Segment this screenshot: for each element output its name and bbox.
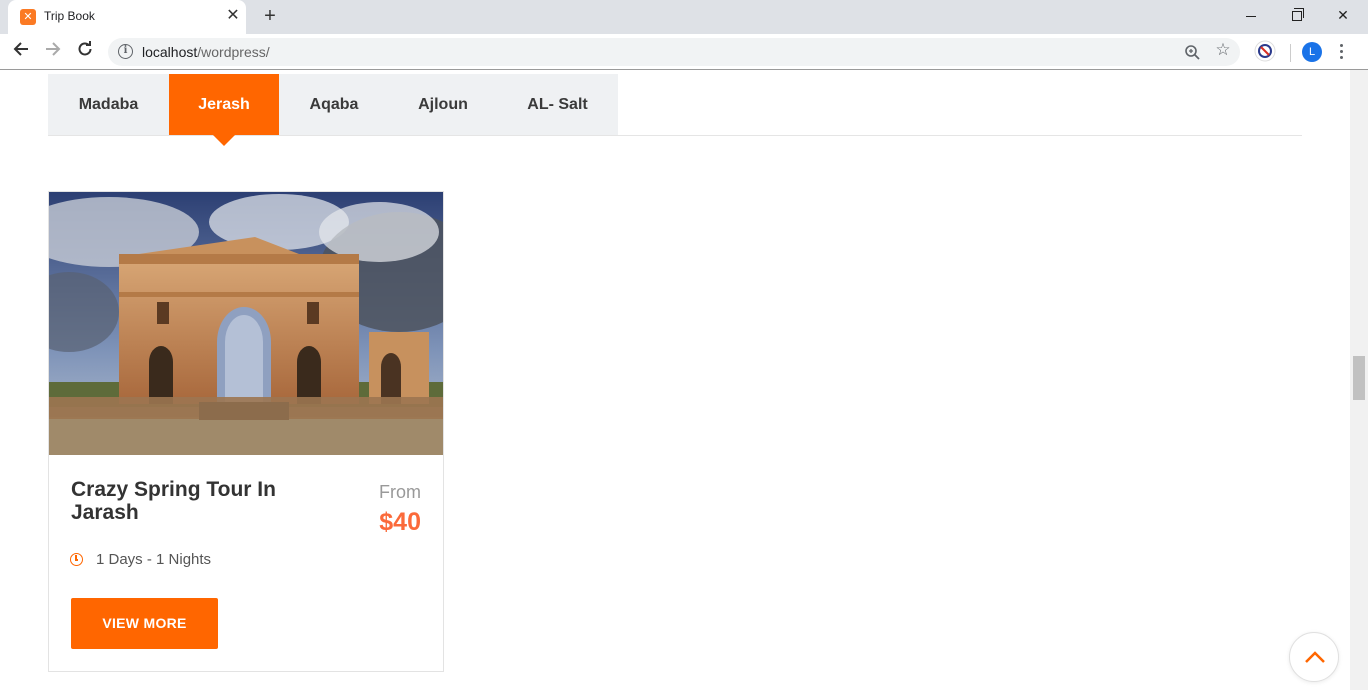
tabs-divider [48,135,1302,136]
clock-icon [70,553,83,566]
tour-title[interactable]: Crazy Spring Tour In Jarash [71,478,321,524]
view-more-button[interactable]: VIEW MORE [71,598,218,649]
profile-avatar[interactable]: L [1302,42,1322,62]
browser-menu-icon[interactable] [1336,42,1346,62]
restore-window-button[interactable] [1274,0,1320,30]
minimize-window-button[interactable] [1228,0,1274,30]
url-text: localhost/wordpress/ [142,44,270,60]
tour-image[interactable] [49,192,443,455]
browser-titlebar: ✕ Trip Book ✕ + ✕ [0,0,1368,34]
close-window-button[interactable]: ✕ [1320,0,1366,30]
chevron-up-icon [1305,651,1325,663]
tab-aqaba[interactable]: Aqaba [279,74,389,135]
browser-toolbar: i localhost/wordpress/ ☆ [0,34,1368,70]
tour-duration: 1 Days - 1 Nights [96,551,212,568]
tab-jerash[interactable]: Jerash [169,74,279,146]
back-arrow-icon[interactable] [9,40,33,64]
close-tab-icon[interactable]: ✕ [224,7,242,25]
toolbar-divider [1290,44,1291,62]
tab-title: Trip Book [44,9,95,23]
xampp-favicon-icon: ✕ [20,9,36,25]
page-content: Madaba Jerash Aqaba Ajloun AL- Salt Craz… [0,70,1350,690]
forward-arrow-icon[interactable] [41,40,65,64]
browser-tab[interactable]: ✕ Trip Book ✕ [8,0,246,34]
tour-price: $40 [379,508,421,536]
reload-icon[interactable] [73,40,97,64]
price-label: From [379,482,421,502]
scroll-to-top-button[interactable] [1289,632,1339,682]
page-scrollbar[interactable] [1350,70,1368,690]
scrollbar-thumb[interactable] [1353,356,1365,400]
zoom-icon[interactable] [1182,41,1204,63]
bookmark-star-icon[interactable]: ☆ [1212,40,1234,60]
new-tab-icon[interactable]: + [258,4,282,28]
tab-madaba[interactable]: Madaba [48,74,169,135]
tab-al-salt[interactable]: AL- Salt [497,74,618,135]
tour-card: Crazy Spring Tour In Jarash From $40 1 D… [48,191,444,672]
site-info-icon[interactable]: i [118,44,133,59]
tab-ajloun[interactable]: Ajloun [389,74,497,135]
extension-block-icon[interactable] [1254,40,1276,62]
address-bar[interactable]: i localhost/wordpress/ ☆ [108,38,1240,66]
